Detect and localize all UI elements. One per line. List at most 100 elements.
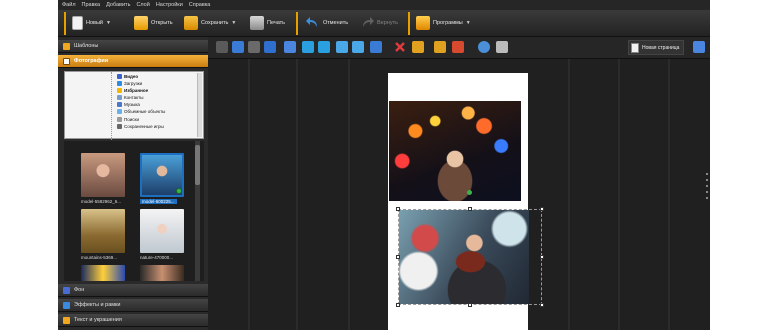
crop-icon[interactable] <box>412 41 424 53</box>
page-settings-icon[interactable] <box>693 41 705 53</box>
panel-backgrounds[interactable]: Фон <box>58 284 208 297</box>
color-correction-icon[interactable] <box>434 41 446 53</box>
panel-photos-label: Фотографии <box>74 58 109 64</box>
main-toolbar: Новый ▼ Открыть Сохранить ▼ Печать Отмен… <box>58 10 710 37</box>
resize-handle[interactable] <box>396 255 400 259</box>
thumbnail-image[interactable] <box>140 265 184 281</box>
video-folder-icon <box>117 73 122 79</box>
star-icon <box>117 87 122 93</box>
menu-help[interactable]: Справка <box>189 2 211 8</box>
tree-item-downloads[interactable]: Загрузки <box>117 80 142 86</box>
thumbnail-caption: model-5582962_6... <box>81 199 122 204</box>
photo-woman-winter-selected[interactable] <box>399 210 529 304</box>
lock-icon[interactable] <box>496 41 508 53</box>
new-document-icon <box>72 16 83 30</box>
resize-handle[interactable] <box>540 207 544 211</box>
panel-effects[interactable]: Эффекты и рамки <box>58 299 208 312</box>
new-button[interactable]: Новый ▼ <box>72 13 111 33</box>
programs-button[interactable]: Программы ▼ <box>416 13 471 33</box>
tree-item-searches[interactable]: Поиски <box>117 116 139 122</box>
photo-woman-bokeh[interactable] <box>389 101 521 201</box>
open-button[interactable]: Открыть <box>134 13 173 33</box>
undo-label: Отменить <box>323 20 349 26</box>
thumbnail-image[interactable] <box>81 153 125 197</box>
redo-arrow-icon <box>360 16 374 30</box>
tree-item-contacts[interactable]: Контакты <box>117 94 143 100</box>
flip-right-icon[interactable] <box>318 41 330 53</box>
new-page-icon <box>631 42 639 53</box>
app-window: Файл Правка Добавить Слой Настройки Спра… <box>58 0 710 330</box>
undo-button[interactable]: Отменить <box>306 13 348 33</box>
menu-settings[interactable]: Настройки <box>156 2 183 8</box>
resize-handle[interactable] <box>396 207 400 211</box>
resize-handle[interactable] <box>540 255 544 259</box>
gear-icon[interactable] <box>478 41 490 53</box>
undo-arrow-icon <box>306 16 320 30</box>
background-stripe <box>568 59 570 330</box>
layer-back-icon[interactable] <box>216 41 228 53</box>
new-page-button[interactable]: Новая страница <box>628 40 685 55</box>
mirror-vertical-icon[interactable] <box>336 41 348 53</box>
thumbnail-image[interactable] <box>81 265 125 281</box>
menu-add[interactable]: Добавить <box>106 2 130 8</box>
resize-handle[interactable] <box>396 303 400 307</box>
panel-backgrounds-label: Фон <box>74 287 85 293</box>
redo-button[interactable]: Вернуть <box>360 13 398 33</box>
contacts-icon <box>117 94 122 100</box>
background-stripe <box>618 59 620 330</box>
save-button[interactable]: Сохранить ▼ <box>184 13 236 33</box>
tree-item-music[interactable]: Музыка <box>117 101 140 107</box>
menu-file[interactable]: Файл <box>62 2 76 8</box>
thumbnail-caption: model-600225... <box>140 199 177 204</box>
panel-text-label: Текст и украшения <box>74 317 122 323</box>
cube-icon <box>117 108 122 114</box>
magic-wand-icon[interactable] <box>452 41 464 53</box>
scrollbar-thumb[interactable] <box>195 145 200 185</box>
printer-icon <box>250 16 264 30</box>
download-folder-icon <box>117 80 122 86</box>
effects-icon <box>63 301 70 309</box>
resize-handle[interactable] <box>468 303 472 307</box>
panel-text[interactable]: Текст и украшения <box>58 314 208 327</box>
layer-forward-icon[interactable] <box>232 41 244 53</box>
tree-item-video[interactable]: Видео <box>117 73 138 79</box>
tree-item-saved-games[interactable]: Сохраненные игры <box>117 123 164 129</box>
tree-item-favorites[interactable]: Избранное <box>117 87 148 93</box>
redo-label: Вернуть <box>377 20 398 26</box>
text-icon <box>63 316 70 324</box>
layer-front-icon[interactable] <box>264 41 276 53</box>
rotate-handle[interactable] <box>467 190 472 195</box>
left-panel: Шаблоны Фотографии Видео Загрузки Избран… <box>58 37 208 330</box>
new-page-label: Новая страница <box>642 44 680 51</box>
background-stripe <box>296 59 298 330</box>
toolbar-separator <box>296 12 298 35</box>
distribute-icon[interactable] <box>370 41 382 53</box>
background-stripe <box>348 59 350 330</box>
thumbnail-image[interactable] <box>81 209 125 253</box>
chevron-down-icon[interactable]: ▼ <box>231 20 236 26</box>
menu-edit[interactable]: Правка <box>82 2 101 8</box>
tree-scrollbar[interactable] <box>197 73 202 137</box>
collage-page[interactable] <box>388 73 544 330</box>
menu-layer[interactable]: Слой <box>136 2 149 8</box>
delete-icon[interactable] <box>394 41 406 53</box>
align-icon[interactable] <box>284 41 296 53</box>
canvas-workspace <box>208 59 710 330</box>
resize-handle[interactable] <box>468 207 472 211</box>
mirror-horizontal-icon[interactable] <box>352 41 364 53</box>
thumbnail-image[interactable] <box>140 209 184 253</box>
chevron-down-icon[interactable]: ▼ <box>466 20 471 26</box>
chevron-down-icon[interactable]: ▼ <box>106 20 111 26</box>
programs-label: Программы <box>433 20 463 26</box>
panel-photos[interactable]: Фотографии <box>58 55 208 68</box>
layer-backward-icon[interactable] <box>248 41 260 53</box>
toolbar-separator <box>408 12 410 35</box>
save-label: Сохранить <box>201 20 229 26</box>
thumbnail-scrollbar[interactable] <box>195 141 200 281</box>
panel-templates[interactable]: Шаблоны <box>58 40 208 53</box>
page-navigator-dots[interactable] <box>705 169 709 209</box>
tree-item-3d-objects[interactable]: Объемные объекты <box>117 108 165 114</box>
flip-left-icon[interactable] <box>302 41 314 53</box>
print-button[interactable]: Печать <box>250 13 285 33</box>
resize-handle[interactable] <box>540 303 544 307</box>
